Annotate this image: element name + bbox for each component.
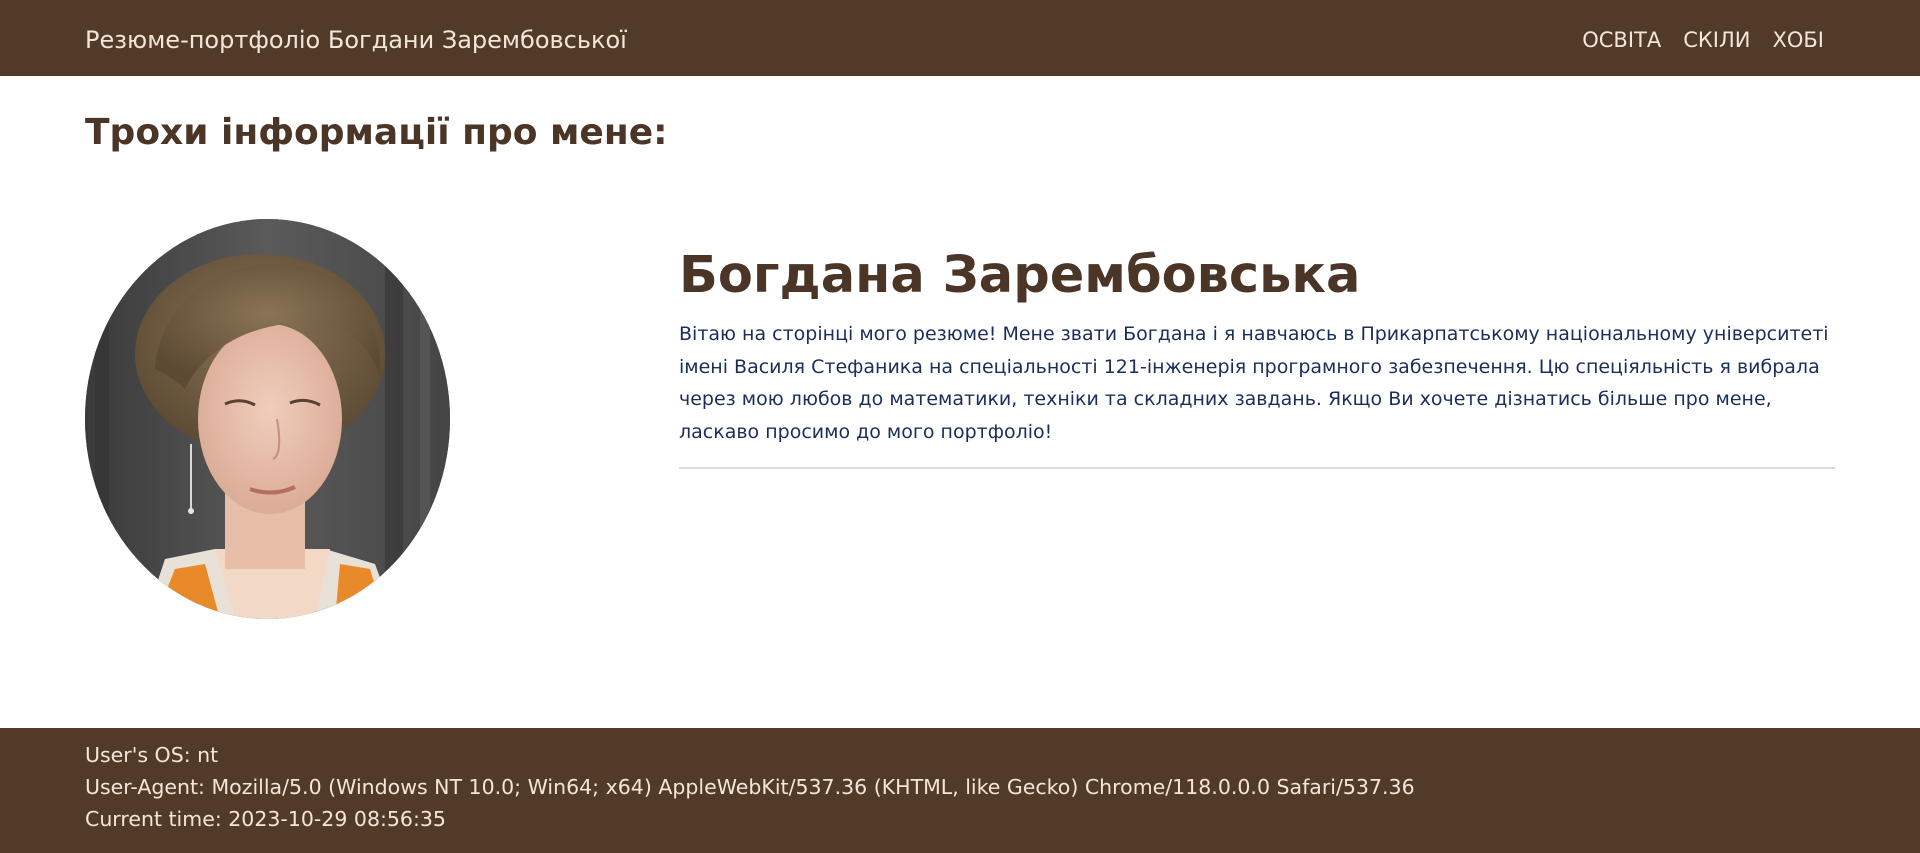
divider (679, 467, 1835, 469)
nav-link-hobbies[interactable]: ХОБІ (1772, 25, 1824, 55)
footer-user-agent: User-Agent: Mozilla/5.0 (Windows NT 10.0… (85, 775, 1415, 799)
nav-link-skills[interactable]: СКІЛИ (1683, 25, 1750, 55)
navbar: Резюме-портфоліо Богдани Зарембовської О… (0, 0, 1920, 76)
footer-time: Current time: 2023-10-29 08:56:35 (85, 807, 446, 831)
nav-links: ОСВІТА СКІЛИ ХОБІ (1582, 25, 1824, 55)
profile-name: Богдана Зарембовська (679, 246, 1361, 305)
footer-os: User's OS: nt (85, 743, 219, 767)
bio-paragraph: Вітаю на сторінці мого резюме! Мене зват… (679, 323, 1829, 443)
brand-link[interactable]: Резюме-портфоліо Богдани Зарембовської (85, 25, 627, 55)
footer: User's OS: nt User-Agent: Mozilla/5.0 (W… (0, 728, 1920, 853)
profile-photo (85, 219, 450, 619)
nav-link-education[interactable]: ОСВІТА (1582, 25, 1661, 55)
section-heading: Трохи інформації про мене: (85, 112, 668, 153)
